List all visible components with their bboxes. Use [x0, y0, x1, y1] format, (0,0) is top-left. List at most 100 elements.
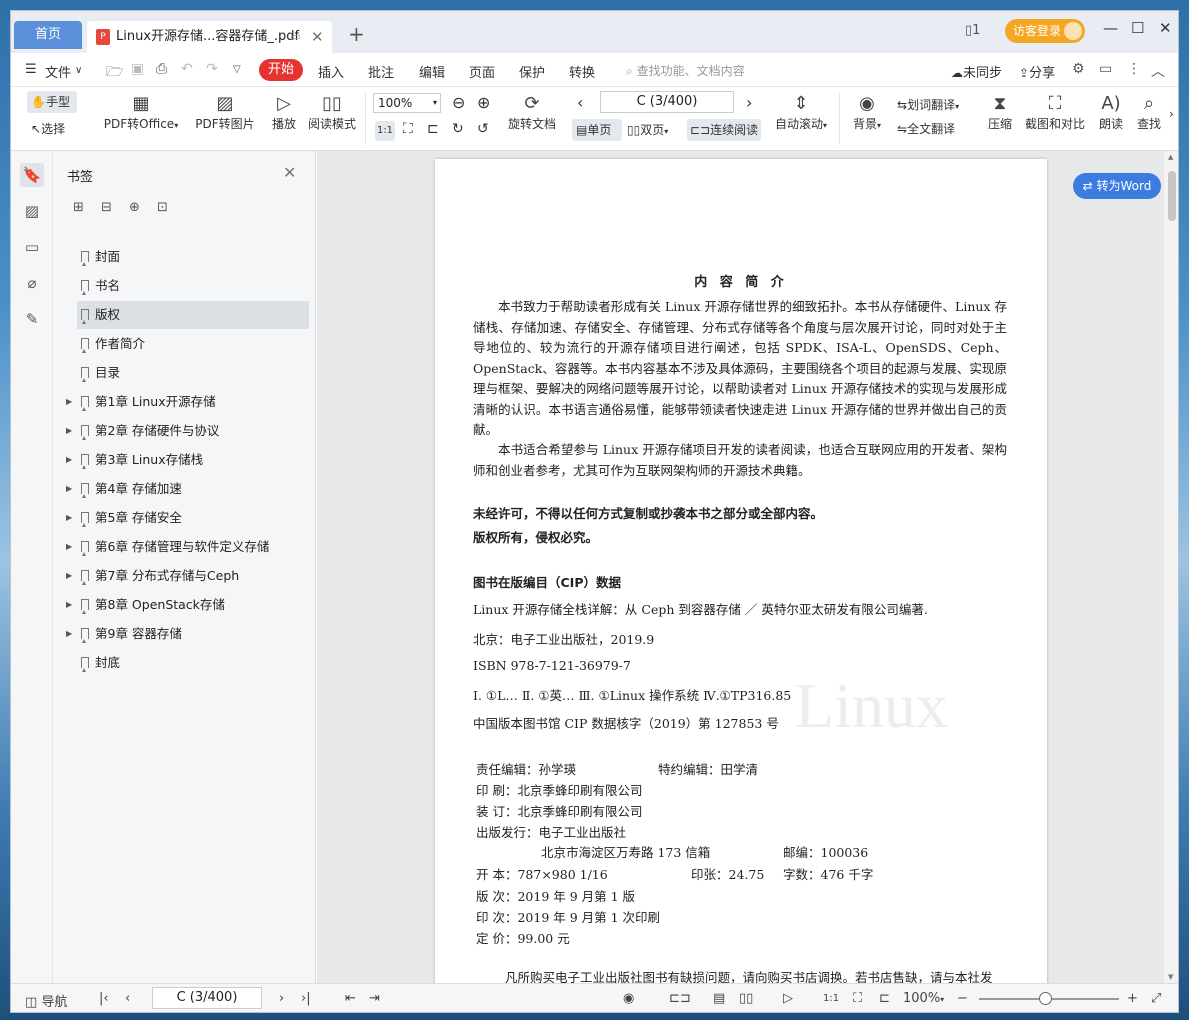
- settings-icon[interactable]: ⚙: [1072, 61, 1085, 77]
- comment-icon[interactable]: ▭: [1099, 61, 1112, 77]
- close-panel-icon[interactable]: ✕: [283, 163, 296, 182]
- status-page-input[interactable]: C (3/400): [152, 987, 262, 1009]
- menu-start[interactable]: 开始: [259, 59, 303, 81]
- expand-arrow-icon[interactable]: ▶: [66, 417, 72, 445]
- bookmark-item[interactable]: 封面: [77, 243, 309, 271]
- more-icon[interactable]: ⋮: [1127, 61, 1141, 77]
- bookmark-item[interactable]: ▶ 第6章 存储管理与软件定义存储: [66, 533, 309, 561]
- vertical-scrollbar[interactable]: ▲ ▼: [1164, 151, 1178, 983]
- thumbnail-icon[interactable]: ▨: [20, 199, 44, 223]
- next-page-icon[interactable]: ›: [746, 93, 752, 112]
- zoom-select[interactable]: 100% ▾: [373, 93, 441, 113]
- scroll-up-icon[interactable]: ▲: [1168, 153, 1173, 161]
- menu-page[interactable]: 页面: [469, 62, 495, 81]
- bookmark-item[interactable]: ▶ 第2章 存储硬件与协议: [66, 417, 309, 445]
- bookmark-item[interactable]: 书名: [77, 272, 309, 300]
- ribbon-scroll-right-icon[interactable]: ›: [1169, 107, 1174, 121]
- pdf-to-image-button[interactable]: ▨ PDF转图片: [195, 93, 255, 132]
- single-page-mode-icon[interactable]: ▤: [713, 991, 725, 1006]
- zoom-level[interactable]: 100%▾: [903, 991, 944, 1006]
- bookmark-item[interactable]: ▶ 第9章 容器存储: [66, 620, 309, 648]
- word-translate-button[interactable]: ⇆划词翻译▾: [897, 95, 959, 117]
- hamburger-icon[interactable]: ☰: [25, 62, 37, 77]
- collapse-all-icon[interactable]: ⊟: [101, 200, 112, 215]
- menu-file[interactable]: 文件: [45, 62, 71, 81]
- print-icon[interactable]: ⎙: [156, 61, 167, 77]
- compress-button[interactable]: ⧗ 压缩: [985, 93, 1015, 132]
- eye-care-icon[interactable]: ◉: [623, 991, 634, 1006]
- tab-document[interactable]: P Linux开源存储...容器存储_.pdf ▭ ✕: [87, 21, 332, 53]
- read-mode-button[interactable]: ▯▯ 阅读模式: [307, 93, 357, 132]
- tab-home[interactable]: 首页: [14, 21, 82, 49]
- attachment-icon[interactable]: ⌀: [20, 271, 44, 295]
- read-aloud-button[interactable]: A) 朗读: [1097, 93, 1125, 132]
- bookmark-item[interactable]: 目录: [77, 359, 309, 387]
- fit-width-icon[interactable]: ⊏: [427, 121, 439, 137]
- full-translate-button[interactable]: ⇋全文翻译: [897, 119, 955, 139]
- bookmark-item[interactable]: 作者简介: [77, 330, 309, 358]
- chevron-down-icon[interactable]: ∨: [75, 65, 82, 76]
- zoom-slider-knob[interactable]: [1039, 992, 1052, 1005]
- first-page-icon[interactable]: |‹: [99, 991, 109, 1006]
- bookmark-item[interactable]: ▶ 第7章 分布式存储与Ceph: [66, 562, 309, 590]
- maximize-icon[interactable]: ☐: [1131, 19, 1144, 37]
- screenshot-compare-button[interactable]: ⛶ 截图和对比: [1023, 93, 1087, 132]
- zoom-out-icon[interactable]: ⊖: [452, 93, 465, 112]
- back-icon[interactable]: ⇤: [345, 991, 356, 1006]
- login-button[interactable]: 访客登录: [1005, 19, 1085, 43]
- menu-annotate[interactable]: 批注: [368, 62, 394, 81]
- collapse-ribbon-icon[interactable]: ︿: [1151, 61, 1165, 81]
- find-button[interactable]: ⌕ 查找: [1135, 93, 1163, 132]
- zoom-out-status-icon[interactable]: −: [957, 991, 968, 1006]
- expand-arrow-icon[interactable]: ▶: [66, 620, 72, 648]
- sync-status[interactable]: ☁未同步: [951, 62, 1002, 81]
- menu-protect[interactable]: 保护: [519, 62, 545, 81]
- select-tool[interactable]: ↖选择: [31, 119, 65, 139]
- bookmark-item[interactable]: ▶ 第1章 Linux开源存储: [66, 388, 309, 416]
- pdf-to-office-button[interactable]: ▦ PDF转Office▾: [101, 93, 181, 132]
- expand-arrow-icon[interactable]: ▶: [66, 533, 72, 561]
- undo-icon[interactable]: ↶: [181, 61, 193, 77]
- zoom-in-status-icon[interactable]: +: [1127, 991, 1138, 1006]
- page-number-input[interactable]: C (3/400): [600, 91, 734, 113]
- prev-page-icon[interactable]: ‹: [125, 991, 130, 1006]
- minimize-icon[interactable]: —: [1103, 19, 1118, 37]
- scroll-down-icon[interactable]: ▼: [1168, 973, 1173, 981]
- rotate-right-icon[interactable]: ↻: [452, 121, 464, 137]
- single-page-button[interactable]: ▤单页: [572, 119, 622, 141]
- menu-edit[interactable]: 编辑: [419, 62, 445, 81]
- background-button[interactable]: ◉ 背景▾: [849, 93, 885, 132]
- fit-width-status-icon[interactable]: ⊏: [879, 991, 890, 1006]
- rotate-left-icon[interactable]: ↺: [477, 121, 489, 137]
- double-page-mode-icon[interactable]: ▯▯: [739, 991, 753, 1006]
- play-mode-icon[interactable]: ▷: [783, 991, 793, 1006]
- hand-tool[interactable]: ✋手型: [27, 91, 77, 113]
- window-layout-icon[interactable]: ▯1: [965, 23, 980, 38]
- bookmark-icon[interactable]: 🔖: [20, 163, 44, 187]
- share-button[interactable]: ⇪分享: [1019, 62, 1055, 81]
- expand-arrow-icon[interactable]: ▶: [66, 504, 72, 532]
- expand-arrow-icon[interactable]: ▶: [66, 562, 72, 590]
- expand-arrow-icon[interactable]: ▶: [66, 591, 72, 619]
- actual-size-status-icon[interactable]: 1:1: [823, 993, 839, 1004]
- bookmark-item[interactable]: 封底: [77, 649, 309, 677]
- open-icon[interactable]: 🗁: [106, 61, 123, 85]
- bookmark-item[interactable]: ▶ 第3章 Linux存储栈: [66, 446, 309, 474]
- menu-convert[interactable]: 转换: [569, 62, 595, 81]
- rotate-document-button[interactable]: ⟳ 旋转文档: [507, 93, 557, 132]
- convert-to-word-button[interactable]: ⇄ 转为Word: [1073, 173, 1161, 199]
- forward-icon[interactable]: ⇥: [369, 991, 380, 1006]
- previous-page-icon[interactable]: ‹: [577, 93, 583, 112]
- double-page-button[interactable]: ▯▯双页▾: [627, 119, 668, 141]
- zoom-in-icon[interactable]: ⊕: [477, 93, 490, 112]
- close-tab-icon[interactable]: ✕: [311, 21, 324, 53]
- nav-toggle[interactable]: ◫ 导航: [25, 991, 67, 1010]
- feature-search[interactable]: ⌕ 查找功能、文档内容: [626, 62, 745, 79]
- annotation-icon[interactable]: ▭: [20, 235, 44, 259]
- play-button[interactable]: ▷ 播放: [269, 93, 299, 132]
- next-page-icon[interactable]: ›: [279, 991, 284, 1006]
- continuous-read-button[interactable]: ⊏⊐连续阅读: [687, 119, 761, 141]
- bookmark-item[interactable]: 版权: [77, 301, 309, 329]
- zoom-slider[interactable]: [979, 992, 1119, 1005]
- fit-page-icon[interactable]: ⛶: [403, 121, 413, 137]
